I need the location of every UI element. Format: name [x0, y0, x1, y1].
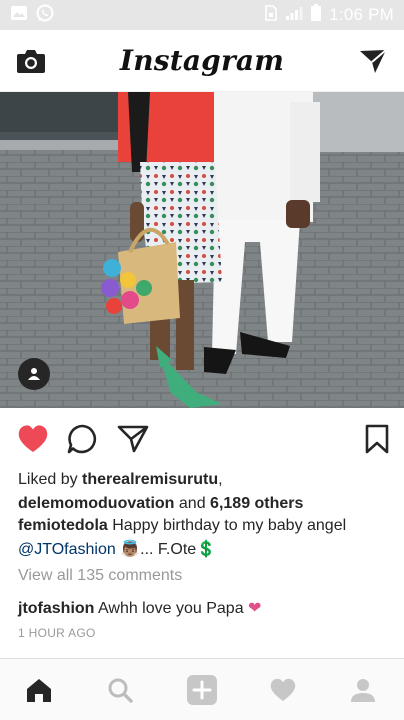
likes-prefix: Liked by: [18, 471, 83, 488]
likes-comma: ,: [218, 471, 223, 488]
liker-username-1[interactable]: therealremisurutu: [82, 471, 218, 488]
battery-icon: [310, 3, 322, 27]
app-header: Instagram: [0, 30, 404, 92]
caption-emoji-dollar: 💲: [196, 541, 217, 558]
view-all-comments-link[interactable]: View all 135 comments: [18, 567, 182, 585]
sim-icon: [264, 4, 278, 26]
likes-and: and: [174, 495, 211, 512]
add-post-icon[interactable]: [185, 673, 219, 707]
likes-others[interactable]: 6,189 others: [210, 495, 303, 512]
caption-mention[interactable]: @JTOfashion: [18, 541, 116, 558]
bottom-nav: [0, 658, 404, 720]
caption-text: Happy birthday to my baby angel: [107, 517, 347, 534]
comment-icon[interactable]: [66, 422, 100, 456]
likes-line: Liked by therealremisurutu, delemomoduov…: [18, 468, 390, 516]
camera-icon[interactable]: [16, 47, 46, 75]
post-photo[interactable]: [0, 92, 404, 408]
post-caption: femiotedola Happy birthday to my baby an…: [18, 514, 390, 562]
instagram-logo: Instagram: [119, 44, 285, 77]
caption-emoji-angel: 👼🏽: [120, 541, 141, 558]
comment-text: Awhh love you Papa: [94, 600, 249, 617]
send-icon[interactable]: [358, 47, 388, 75]
activity-icon[interactable]: [266, 673, 300, 707]
status-time: 1:06 PM: [329, 5, 394, 24]
profile-icon[interactable]: [346, 673, 380, 707]
user-tag-icon[interactable]: [18, 358, 50, 390]
caption-tail: ... F.Ote: [140, 541, 197, 558]
signal-icon: [285, 5, 303, 26]
comment-username[interactable]: jtofashion: [18, 600, 94, 617]
heart-icon[interactable]: [16, 422, 50, 456]
bookmark-icon[interactable]: [360, 422, 394, 456]
search-icon[interactable]: [103, 673, 137, 707]
home-icon[interactable]: [22, 673, 56, 707]
post-timestamp: 1 HOUR AGO: [18, 626, 96, 640]
comment-heart-emoji: ❤: [248, 600, 262, 617]
post-actions: [0, 420, 404, 460]
caption-username[interactable]: femiotedola: [18, 517, 108, 534]
status-bar: 1:06 PM: [0, 0, 404, 30]
comment-item: jtofashion Awhh love you Papa ❤: [18, 597, 261, 621]
share-icon[interactable]: [116, 422, 150, 456]
image-icon: [10, 5, 28, 26]
whatsapp-icon: [36, 4, 54, 27]
liker-username-2[interactable]: delemomoduovation: [18, 495, 174, 512]
